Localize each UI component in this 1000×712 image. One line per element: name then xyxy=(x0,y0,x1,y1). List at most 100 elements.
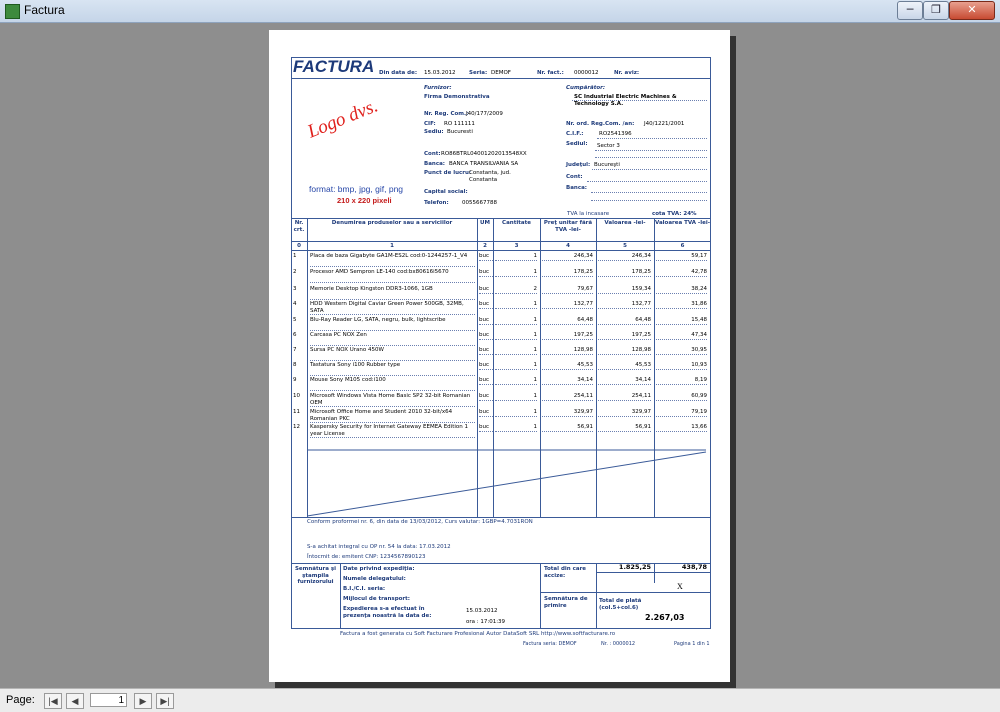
item-dotted-line xyxy=(479,384,493,385)
buyer-cont-label: Cont: xyxy=(566,174,583,180)
col-header-vat: Valoarea TVA -lei- xyxy=(655,220,710,226)
item-dotted-line xyxy=(310,375,475,376)
item-nr: 10 xyxy=(293,393,300,399)
item-dotted-line xyxy=(495,324,537,325)
item-nr: 11 xyxy=(293,409,300,415)
buyer-name: SC Industrial Electric Machines & Techno… xyxy=(574,94,677,107)
minimize-button[interactable]: ─ xyxy=(897,1,923,20)
item-dotted-line xyxy=(542,384,593,385)
item-dotted-line xyxy=(656,400,707,401)
item-um: buc xyxy=(479,393,490,399)
maximize-button[interactable]: ❐ xyxy=(923,1,949,20)
item-price: 246,34 xyxy=(573,253,593,259)
first-page-button[interactable]: |◀ xyxy=(44,693,62,709)
item-dotted-line xyxy=(310,299,475,300)
item-name: Tastatura Sony i100 Rubber type xyxy=(310,362,401,368)
item-qty: 1 xyxy=(533,301,538,307)
item-nr: 7 xyxy=(293,347,297,353)
item-dotted-line xyxy=(598,384,651,385)
item-dotted-line xyxy=(598,339,651,340)
item-um: buc xyxy=(479,409,490,415)
supplier-regcom-label: Nr. Reg. Com.: xyxy=(424,111,469,117)
item-nr: 6 xyxy=(293,332,297,338)
excise-mark: X xyxy=(677,582,683,591)
item-dotted-line xyxy=(598,431,651,432)
item-dotted-line xyxy=(495,276,537,277)
supplier-name: Firma Demonstrativa xyxy=(424,94,490,100)
buyer-judet-label: Judeţul: xyxy=(566,162,591,168)
item-dotted-line xyxy=(310,437,475,438)
item-name: Blu-Ray Reader LG, SATA, negru, bulk, li… xyxy=(310,317,446,323)
item-price: 56,91 xyxy=(577,424,593,430)
buyer-cif-label: C.I.F.: xyxy=(566,131,584,137)
item-qty: 1 xyxy=(533,424,538,430)
table-bottom-border xyxy=(291,517,711,518)
proforma-note: Conform proformei nr. 6, din data de 13/… xyxy=(307,519,533,525)
software-note: Factura a fost generata cu Soft Facturar… xyxy=(340,631,616,637)
supplier-title: Furnizor: xyxy=(424,85,452,91)
item-dotted-line xyxy=(479,369,493,370)
item-dotted-line xyxy=(542,293,593,294)
item-dotted-line xyxy=(656,308,707,309)
last-page-button[interactable]: ▶| xyxy=(156,693,174,709)
item-price: 254,11 xyxy=(573,393,593,399)
empty-rows-cancel-line xyxy=(307,449,707,517)
col-number-3: 3 xyxy=(514,243,519,249)
item-value: 64,48 xyxy=(635,317,651,323)
item-qty: 1 xyxy=(533,253,538,259)
supplier-banca-label: Banca: xyxy=(424,161,445,167)
col-number-2: 2 xyxy=(483,243,487,249)
item-name: Procesor AMD Sempron LE-140 cod:bx80616i… xyxy=(310,269,449,275)
col-number-4: 4 xyxy=(566,243,570,249)
item-dotted-line xyxy=(656,293,707,294)
item-um: buc xyxy=(479,424,490,430)
buyer-signature-label: Semnătura de primire xyxy=(544,596,588,609)
item-qty: 1 xyxy=(533,269,538,275)
supplier-signature-label: Semnătura şi ştampila furnizorului xyxy=(294,566,337,585)
item-dotted-line xyxy=(656,416,707,417)
window-titlebar: Factura ─ ❐ ✕ xyxy=(0,0,1000,23)
item-dotted-line xyxy=(495,293,537,294)
item-vat: 59,17 xyxy=(691,253,707,259)
item-nr: 5 xyxy=(293,317,297,323)
shipped-label: Expedierea s-a efectuat în prezenţa noas… xyxy=(343,606,432,619)
item-dotted-line xyxy=(495,369,537,370)
item-um: buc xyxy=(479,362,490,368)
item-dotted-line xyxy=(542,369,593,370)
item-dotted-line xyxy=(656,369,707,370)
buyer-banca-line xyxy=(591,192,707,193)
item-dotted-line xyxy=(479,324,493,325)
col-header-qty: Cantitate xyxy=(502,220,531,226)
col-number-0: 0 xyxy=(297,243,301,249)
item-value: 254,11 xyxy=(631,393,651,399)
item-price: 132,77 xyxy=(573,301,593,307)
footer-sep-2 xyxy=(540,563,541,629)
supplier-punct-label: Punct de lucru: xyxy=(424,170,472,176)
supplier-cont: RO86BTRL04001202013548XX xyxy=(441,151,527,157)
item-nr: 8 xyxy=(293,362,297,368)
item-dotted-line xyxy=(542,431,593,432)
item-dotted-line xyxy=(656,384,707,385)
total-value: 1.825,25 xyxy=(618,563,651,571)
item-value: 56,91 xyxy=(635,424,651,430)
item-dotted-line xyxy=(598,260,651,261)
col-header-name: Denumirea produselor sau a serviciilor xyxy=(331,220,453,226)
next-page-button[interactable]: ▶ xyxy=(134,693,152,709)
item-dotted-line xyxy=(542,400,593,401)
item-qty: 1 xyxy=(533,409,538,415)
close-button[interactable]: ✕ xyxy=(949,1,995,20)
item-dotted-line xyxy=(479,293,493,294)
item-vat: 60,99 xyxy=(691,393,707,399)
page-number-input[interactable]: 1 xyxy=(90,693,127,707)
item-name: Sursa PC NOX Urano 450W xyxy=(310,347,384,353)
col-header-value: Valoarea -lei- xyxy=(604,220,646,226)
item-dotted-line xyxy=(656,324,707,325)
supplier-regcom: J40/177/2009 xyxy=(466,111,503,117)
invoice-page: FACTURA Din data de: 15.03.2012 Seria: D… xyxy=(269,30,730,682)
item-dotted-line xyxy=(495,384,537,385)
buyer-judet: Bucureşti xyxy=(594,162,620,168)
col-header-um: UM xyxy=(480,220,490,226)
prev-page-button[interactable]: ◀ xyxy=(66,693,84,709)
item-dotted-line xyxy=(310,422,475,423)
item-dotted-line xyxy=(479,339,493,340)
